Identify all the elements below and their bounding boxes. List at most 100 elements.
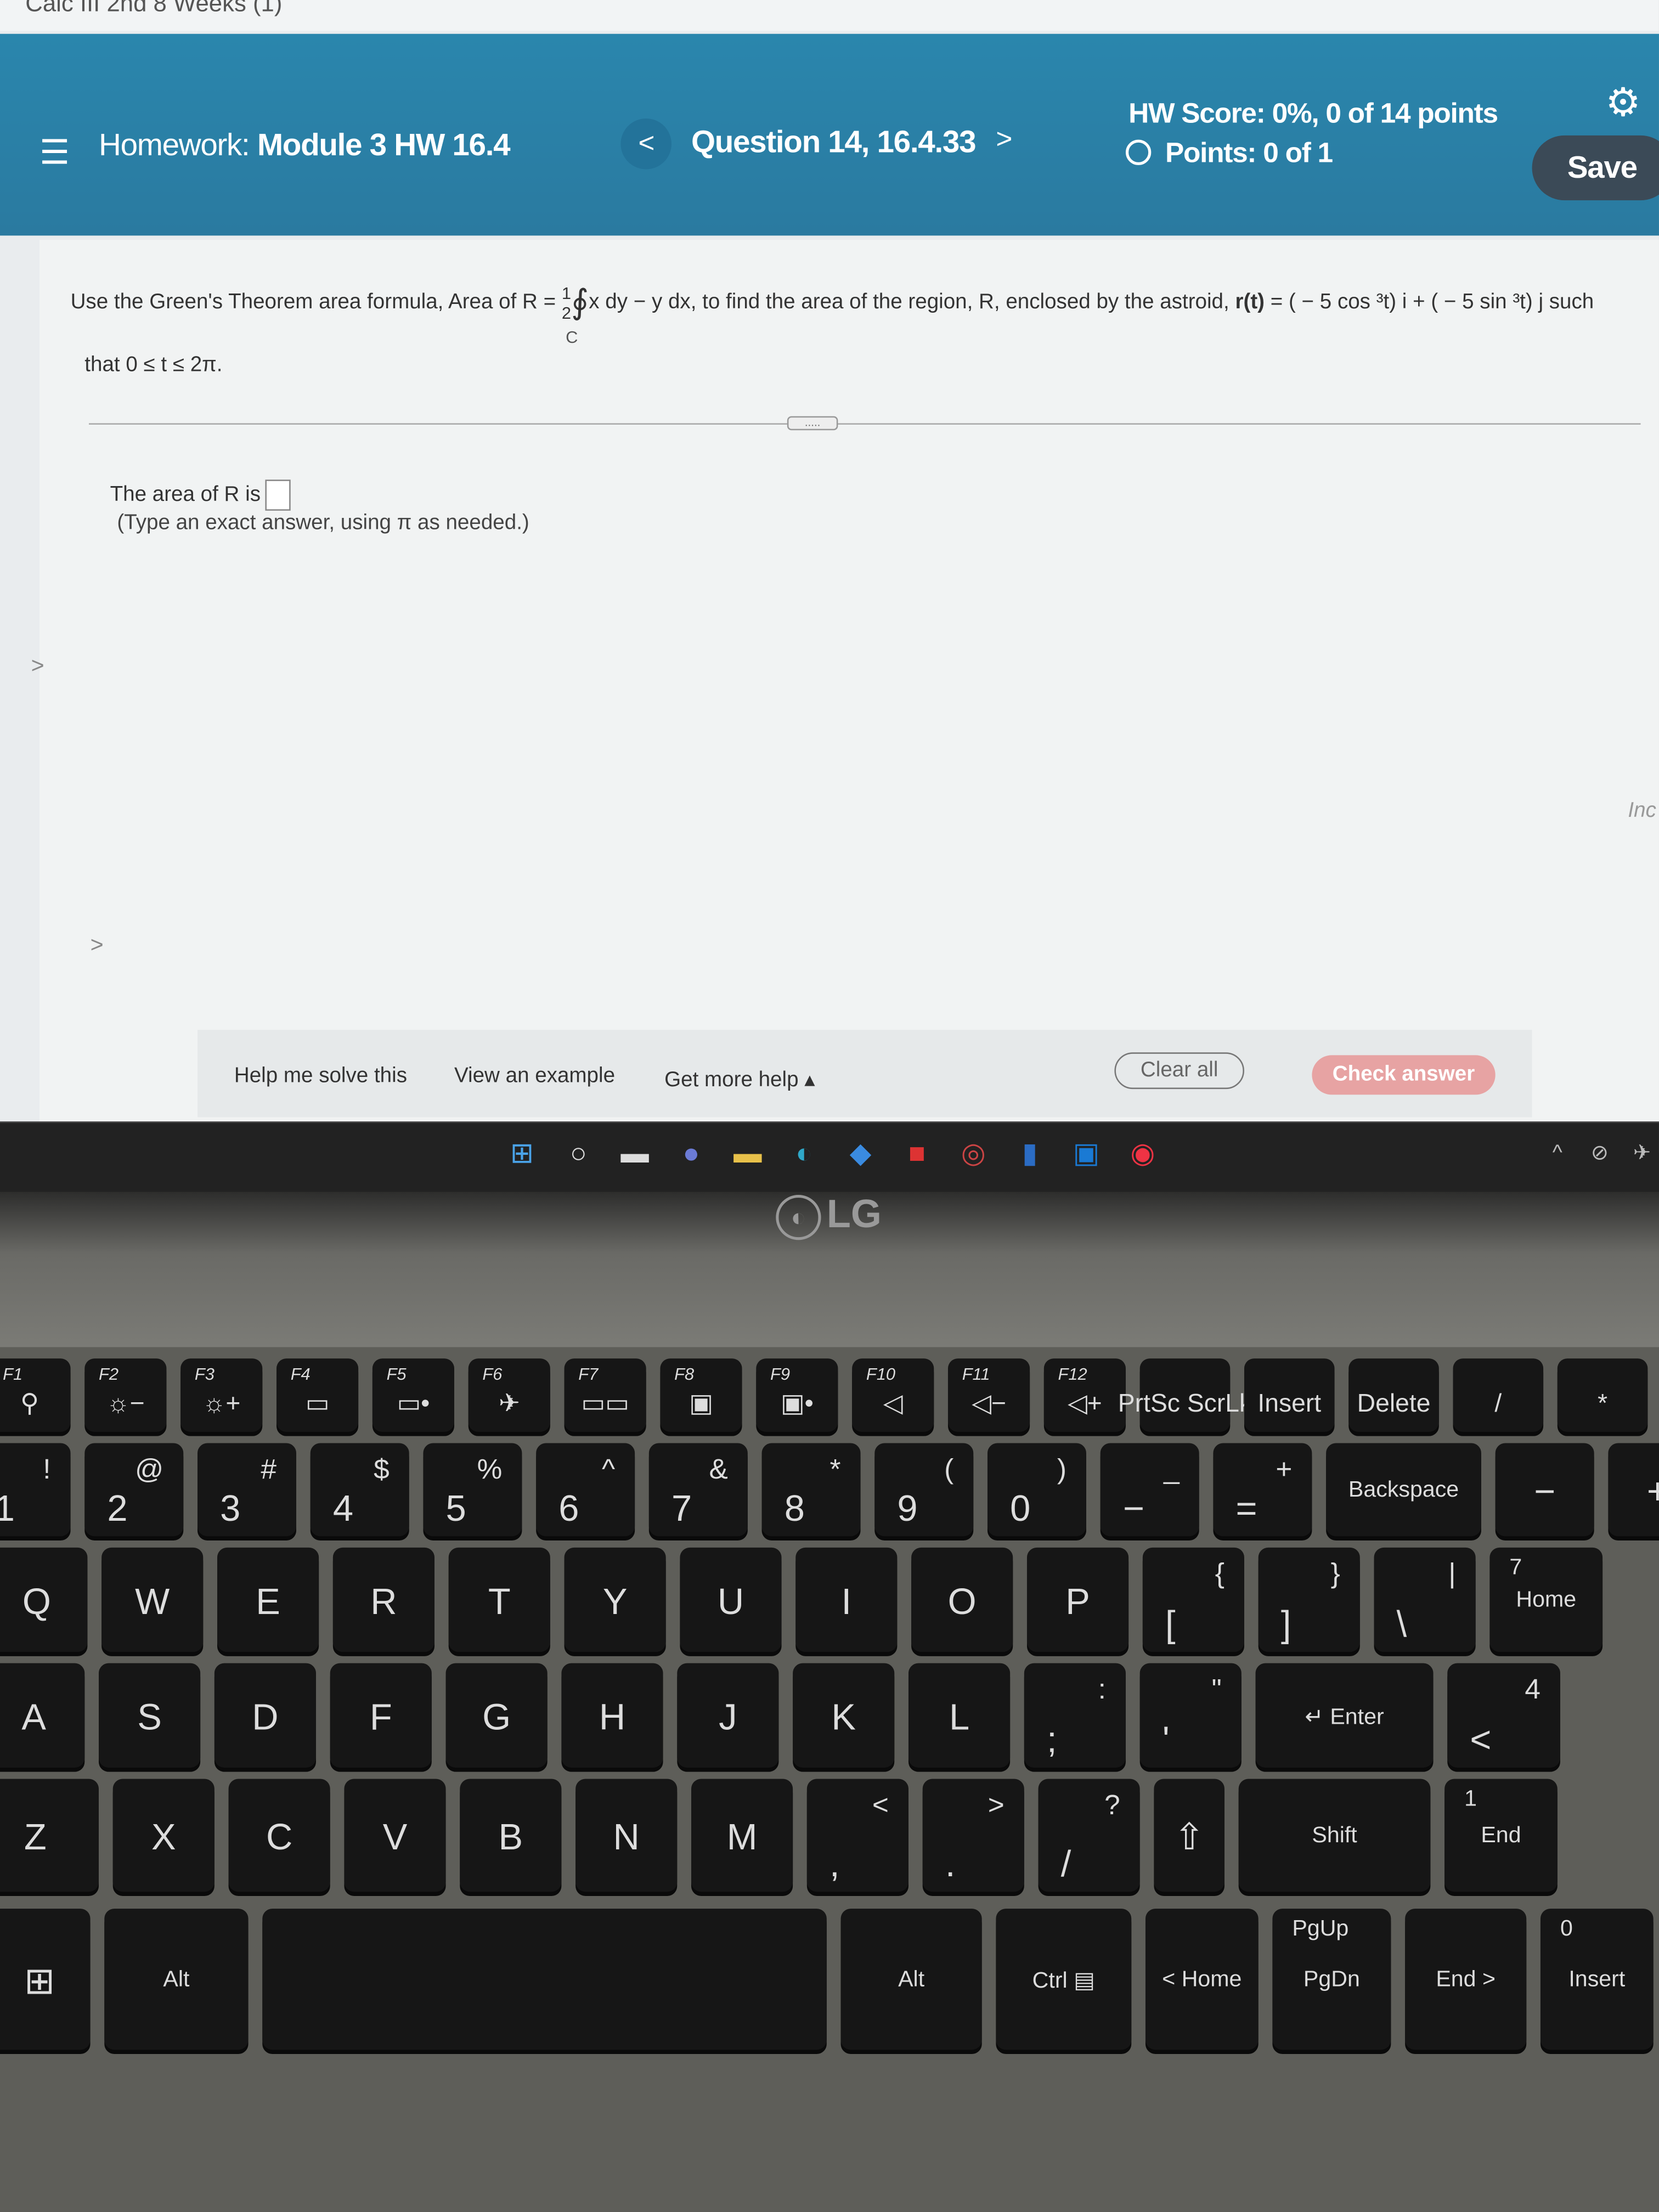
outlook-icon[interactable]: ▣ <box>1069 1137 1103 1171</box>
key-backspace[interactable]: Backspace <box>1326 1443 1481 1537</box>
clear-all-button[interactable]: Clear all <box>1114 1052 1244 1090</box>
key-insert[interactable]: 0 Insert <box>1540 1909 1654 2050</box>
key-9[interactable]: (9 <box>874 1443 974 1537</box>
key-n[interactable]: N <box>575 1779 678 1892</box>
file-explorer-icon[interactable]: ▬ <box>731 1137 765 1171</box>
tray-icon[interactable]: ^ <box>1541 1137 1575 1171</box>
key-symbol[interactable]: {[ <box>1142 1547 1244 1652</box>
key-symbol[interactable]: F1 ⚲ <box>0 1358 71 1432</box>
key-shift[interactable]: Shift <box>1238 1779 1431 1892</box>
tray-icon[interactable]: ✈ <box>1625 1137 1659 1171</box>
key-l[interactable]: L <box>908 1663 1011 1768</box>
key-end[interactable]: End > <box>1405 1909 1527 2050</box>
key-symbol[interactable]: F9 ▣• <box>756 1358 838 1432</box>
key-symbol[interactable]: F7 ▭▭ <box>564 1358 646 1432</box>
key-symbol[interactable]: F4 ▭ <box>276 1358 359 1432</box>
key-b[interactable]: B <box>460 1779 562 1892</box>
key-symbol[interactable]: ⇧ <box>1154 1779 1224 1892</box>
key-symbol[interactable]: >. <box>922 1779 1024 1892</box>
key-symbol[interactable]: :; <box>1024 1663 1126 1768</box>
key-g[interactable]: G <box>445 1663 548 1768</box>
key-8[interactable]: * 8 <box>761 1443 861 1537</box>
key-w[interactable]: W <box>101 1547 204 1652</box>
key-symbol[interactable]: F6 ✈ <box>468 1358 550 1432</box>
key-alt[interactable]: Alt <box>840 1909 982 2050</box>
key-symbol[interactable]: <, <box>806 1779 909 1892</box>
key-d[interactable]: D <box>214 1663 316 1768</box>
save-button[interactable]: Save <box>1532 135 1659 201</box>
hamburger-icon[interactable]: ☰ <box>40 133 70 174</box>
key-symbol[interactable]: − <box>1495 1443 1594 1537</box>
key-end[interactable]: 1 End <box>1444 1779 1558 1892</box>
key-symbol[interactable]: F2 ☼− <box>84 1358 167 1432</box>
expand-button[interactable]: ..... <box>787 416 838 431</box>
app-icon[interactable]: ◎ <box>956 1137 990 1171</box>
search-icon[interactable]: ○ <box>561 1137 595 1171</box>
key-j[interactable]: J <box>677 1663 779 1768</box>
key-symbol[interactable]: / <box>1453 1358 1544 1432</box>
chrome-icon[interactable]: ◉ <box>1126 1137 1160 1171</box>
key-s[interactable]: S <box>98 1663 201 1768</box>
key-symbol[interactable]: F8 ▣ <box>660 1358 742 1432</box>
key-q[interactable]: Q <box>0 1547 88 1652</box>
key-x[interactable]: X <box>112 1779 215 1892</box>
key-symbol[interactable]: | \ <box>1374 1547 1476 1652</box>
key-7[interactable]: & 7 <box>648 1443 748 1537</box>
key-z[interactable]: Z <box>0 1779 99 1892</box>
key-i[interactable]: I <box>795 1547 898 1652</box>
chevron-right-icon[interactable]: > <box>91 934 104 959</box>
key-delete[interactable]: Delete <box>1348 1358 1439 1432</box>
key-y[interactable]: Y <box>564 1547 666 1652</box>
key-symbol[interactable]: 4 < <box>1447 1663 1560 1768</box>
answer-input[interactable] <box>264 479 290 511</box>
next-question-button[interactable]: > <box>996 124 1012 156</box>
key-0[interactable]: ) 0 <box>987 1443 1086 1537</box>
windows-start-icon[interactable]: ⊞ <box>505 1137 539 1171</box>
key-a[interactable]: A <box>0 1663 85 1768</box>
key-symbol[interactable]: + = <box>1213 1443 1312 1537</box>
key-c[interactable]: C <box>228 1779 330 1892</box>
key-alt[interactable]: Alt <box>104 1909 249 2050</box>
key-insert[interactable]: Insert <box>1244 1358 1335 1432</box>
gear-icon[interactable]: ⚙ <box>1605 79 1641 126</box>
key-4[interactable]: $4 <box>310 1443 409 1537</box>
key-o[interactable]: O <box>911 1547 1013 1652</box>
key-symbol[interactable]: ? / <box>1038 1779 1140 1892</box>
key-u[interactable]: U <box>680 1547 782 1652</box>
key-2[interactable]: @2 <box>84 1443 184 1537</box>
key-t[interactable]: T <box>448 1547 550 1652</box>
key-symbol[interactable]: F5 ▭• <box>372 1358 454 1432</box>
key-p[interactable]: P <box>1026 1547 1129 1652</box>
view-example-button[interactable]: View an example <box>454 1064 615 1088</box>
key-symbol[interactable]: " ' <box>1139 1663 1242 1768</box>
key-h[interactable]: H <box>561 1663 663 1768</box>
key-symbol[interactable]: + <box>1608 1443 1659 1537</box>
key-enter[interactable]: ↵ Enter <box>1255 1663 1434 1768</box>
key-symbol[interactable]: _ − <box>1100 1443 1199 1537</box>
key-pgdn[interactable]: PgUp PgDn <box>1272 1909 1391 2050</box>
key-space[interactable] <box>262 1909 827 2050</box>
key-v[interactable]: V <box>344 1779 446 1892</box>
help-me-solve-button[interactable]: Help me solve this <box>234 1064 407 1088</box>
key-symbol[interactable]: }] <box>1258 1547 1360 1652</box>
key-symbol[interactable]: * <box>1557 1358 1648 1432</box>
office-icon[interactable]: ■ <box>900 1137 934 1171</box>
chevron-right-icon[interactable]: > <box>31 654 44 680</box>
chat-icon[interactable]: ● <box>674 1137 708 1171</box>
key-r[interactable]: R <box>332 1547 435 1652</box>
key-symbol[interactable]: F11 ◁− <box>947 1358 1030 1432</box>
check-answer-button[interactable]: Check answer <box>1312 1055 1496 1095</box>
key-1[interactable]: !1 <box>0 1443 71 1537</box>
get-more-help-button[interactable]: Get more help ▴ <box>664 1066 815 1092</box>
key-prtsc-scrlk[interactable]: PrtSc ScrLk <box>1118 1358 1252 1432</box>
key-5[interactable]: % 5 <box>423 1443 522 1537</box>
key-k[interactable]: K <box>793 1663 895 1768</box>
key-3[interactable]: #3 <box>197 1443 296 1537</box>
monitor-icon[interactable]: ▮ <box>1013 1137 1047 1171</box>
mail-icon[interactable]: ◆ <box>844 1137 878 1171</box>
edge-icon[interactable]: ◐ <box>787 1137 821 1171</box>
key-home[interactable]: < Home <box>1145 1909 1259 2050</box>
key-symbol[interactable]: ⊞ <box>0 1909 91 2050</box>
previous-question-button[interactable]: < <box>620 118 672 170</box>
key-6[interactable]: ^ 6 <box>536 1443 635 1537</box>
